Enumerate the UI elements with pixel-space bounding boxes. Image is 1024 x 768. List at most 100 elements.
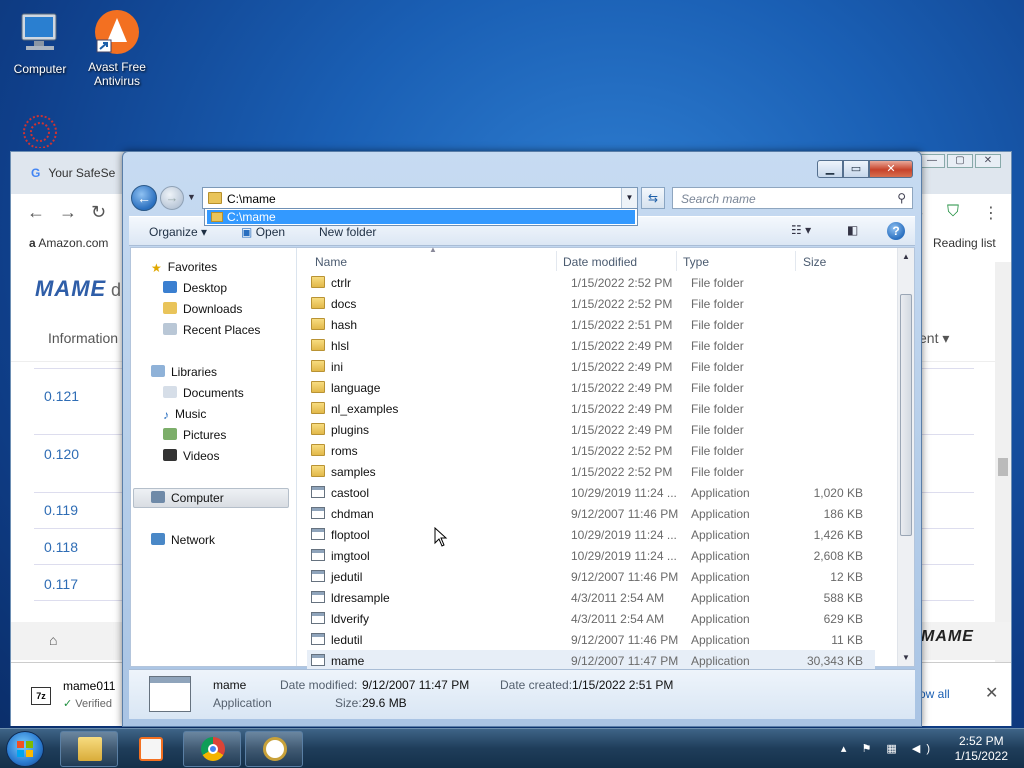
file-row[interactable]: ini 1/15/2022 2:49 PM File folder [307, 356, 875, 377]
date-modified-label: Date modified: [280, 678, 358, 692]
file-row[interactable]: castool 10/29/2019 11:24 ... Application 1,… [307, 482, 875, 503]
file-row[interactable]: plugins 1/15/2022 2:49 PM File folder [307, 419, 875, 440]
desktop-icon-avast[interactable]: Avast Free Antivirus [77, 8, 157, 88]
file-row[interactable]: imgtool 10/29/2019 11:24 ... Application 2,… [307, 545, 875, 566]
nav-pictures[interactable]: Pictures [163, 428, 226, 442]
recent-locations-button[interactable]: ▼ [187, 192, 196, 202]
taskbar-media-player[interactable] [121, 731, 179, 767]
scroll-thumb[interactable] [998, 458, 1008, 476]
version-link[interactable]: 0.121 [44, 388, 79, 404]
computer-icon [16, 10, 64, 58]
scroll-up-icon[interactable]: ▲ [902, 252, 910, 261]
close-button[interactable]: ✕ [975, 154, 1001, 168]
nav-documents[interactable]: Documents [163, 386, 244, 400]
back-arrow-icon[interactable]: ← [27, 202, 45, 223]
system-tray[interactable]: ▴ ⚑ ▦ ◀) [841, 742, 936, 755]
autocomplete-item[interactable]: C:\mame [207, 210, 635, 224]
nav-favorites[interactable]: ★ Favorites [151, 260, 217, 275]
date-modified-value: 9/12/2007 11:47 PM [362, 678, 470, 692]
menu-dots-icon[interactable]: ⋮ [983, 203, 999, 223]
file-row[interactable]: hash 1/15/2022 2:51 PM File folder [307, 314, 875, 335]
help-icon[interactable]: ? [887, 222, 905, 240]
download-filename[interactable]: mame011 [63, 679, 115, 693]
file-row[interactable]: hlsl 1/15/2022 2:49 PM File folder [307, 335, 875, 356]
reload-icon[interactable]: ↻ [91, 202, 106, 223]
nav-music[interactable]: ♪ Music [163, 407, 206, 422]
shield-check-icon[interactable]: ⛉ [947, 203, 959, 221]
address-text[interactable]: C:\mame [227, 192, 276, 206]
file-name: castool [331, 486, 370, 500]
browser-tab[interactable]: G Your SafeSe [31, 166, 115, 180]
open-button[interactable]: ▣ Open [241, 225, 285, 239]
file-name: language [331, 381, 381, 395]
version-link[interactable]: 0.120 [44, 446, 79, 462]
music-icon: ♪ [163, 408, 169, 422]
taskbar-explorer[interactable] [60, 731, 118, 767]
home-icon[interactable]: ⌂ [49, 632, 57, 648]
minimize-button[interactable]: — [919, 154, 945, 168]
file-row[interactable]: ldresample 4/3/2011 2:54 AM Application 588… [307, 587, 875, 608]
file-row[interactable]: ctrlr 1/15/2022 2:52 PM File folder [307, 272, 875, 293]
address-bar[interactable]: C:\mame ▼ [202, 187, 638, 209]
maximize-button[interactable]: ▭ [843, 160, 869, 178]
file-row[interactable]: chdman 9/12/2007 11:46 PM Application 186 K… [307, 503, 875, 524]
taskbar-keepass[interactable] [245, 731, 303, 767]
show-all-button[interactable]: ow all [919, 687, 950, 701]
version-link[interactable]: 0.118 [44, 539, 78, 555]
desktop-icon-computer[interactable]: Computer [0, 10, 80, 76]
address-dropdown-button[interactable]: ▼ [621, 188, 637, 208]
nav-information[interactable]: Information [48, 330, 118, 346]
file-row[interactable]: mame 9/12/2007 11:47 PM Application 30,343 … [307, 650, 875, 671]
search-icon[interactable]: ⚲ [897, 191, 906, 205]
nav-downloads[interactable]: Downloads [163, 302, 242, 316]
view-options-icon[interactable]: ☷ ▾ [791, 223, 811, 237]
refresh-button[interactable]: ⇆ [641, 187, 665, 209]
nav-libraries[interactable]: Libraries [151, 365, 217, 379]
file-date: 1/15/2022 2:49 PM [571, 423, 673, 437]
minimize-button[interactable]: ▁ [817, 160, 843, 178]
file-row[interactable]: roms 1/15/2022 2:52 PM File folder [307, 440, 875, 461]
reading-list-link[interactable]: Reading list [933, 236, 996, 250]
file-row[interactable]: floptool 10/29/2019 11:24 ... Application 1… [307, 524, 875, 545]
file-row[interactable]: docs 1/15/2022 2:52 PM File folder [307, 293, 875, 314]
amazon-bookmark[interactable]: a Amazon.com [29, 236, 108, 250]
preview-pane-icon[interactable]: ◧ [847, 223, 858, 237]
version-link[interactable]: 0.117 [44, 576, 78, 592]
nav-recent-places[interactable]: Recent Places [163, 323, 260, 337]
organize-button[interactable]: Organize ▾ [149, 225, 207, 239]
mame-desktop-icon[interactable] [18, 112, 62, 149]
file-date: 1/15/2022 2:49 PM [571, 402, 673, 416]
file-row[interactable]: samples 1/15/2022 2:52 PM File folder [307, 461, 875, 482]
close-button[interactable]: ✕ [869, 160, 913, 178]
browser-scrollbar[interactable] [995, 262, 1011, 662]
scroll-thumb[interactable] [900, 294, 912, 536]
file-row[interactable]: language 1/15/2022 2:49 PM File folder [307, 377, 875, 398]
start-button[interactable] [6, 731, 44, 767]
nav-right-item[interactable]: ent ▾ [919, 330, 949, 347]
site-logo[interactable]: MAME [35, 276, 106, 302]
version-link[interactable]: 0.119 [44, 502, 78, 518]
file-list-scrollbar[interactable]: ▲ ▼ [897, 248, 914, 666]
close-icon[interactable]: ✕ [985, 683, 998, 703]
file-row[interactable]: ledutil 9/12/2007 11:46 PM Application 11 K… [307, 629, 875, 650]
nav-videos[interactable]: Videos [163, 449, 219, 463]
file-row[interactable]: jedutil 9/12/2007 11:46 PM Application 12 K… [307, 566, 875, 587]
search-input[interactable]: Search mame ⚲ [672, 187, 913, 209]
file-row[interactable]: nl_examples 1/15/2022 2:49 PM File folder [307, 398, 875, 419]
nav-desktop[interactable]: Desktop [163, 281, 227, 295]
file-type: File folder [691, 318, 744, 332]
file-row[interactable]: ldverify 4/3/2011 2:54 AM Application 629 K… [307, 608, 875, 629]
forward-arrow-icon[interactable]: → [59, 202, 77, 223]
clock[interactable]: 2:52 PM 1/15/2022 [955, 734, 1008, 764]
back-button[interactable]: ← [131, 185, 157, 211]
file-size: 1,020 KB [813, 486, 863, 500]
taskbar-chrome[interactable] [183, 731, 241, 767]
computer-icon [151, 491, 165, 503]
scroll-down-icon[interactable]: ▼ [902, 653, 910, 662]
new-folder-button[interactable]: New folder [319, 225, 376, 239]
forward-button[interactable]: → [160, 186, 184, 210]
maximize-button[interactable]: ▢ [947, 154, 973, 168]
nav-computer[interactable]: Computer [151, 491, 224, 505]
nav-network[interactable]: Network [151, 533, 215, 547]
file-size: 629 KB [823, 612, 863, 626]
